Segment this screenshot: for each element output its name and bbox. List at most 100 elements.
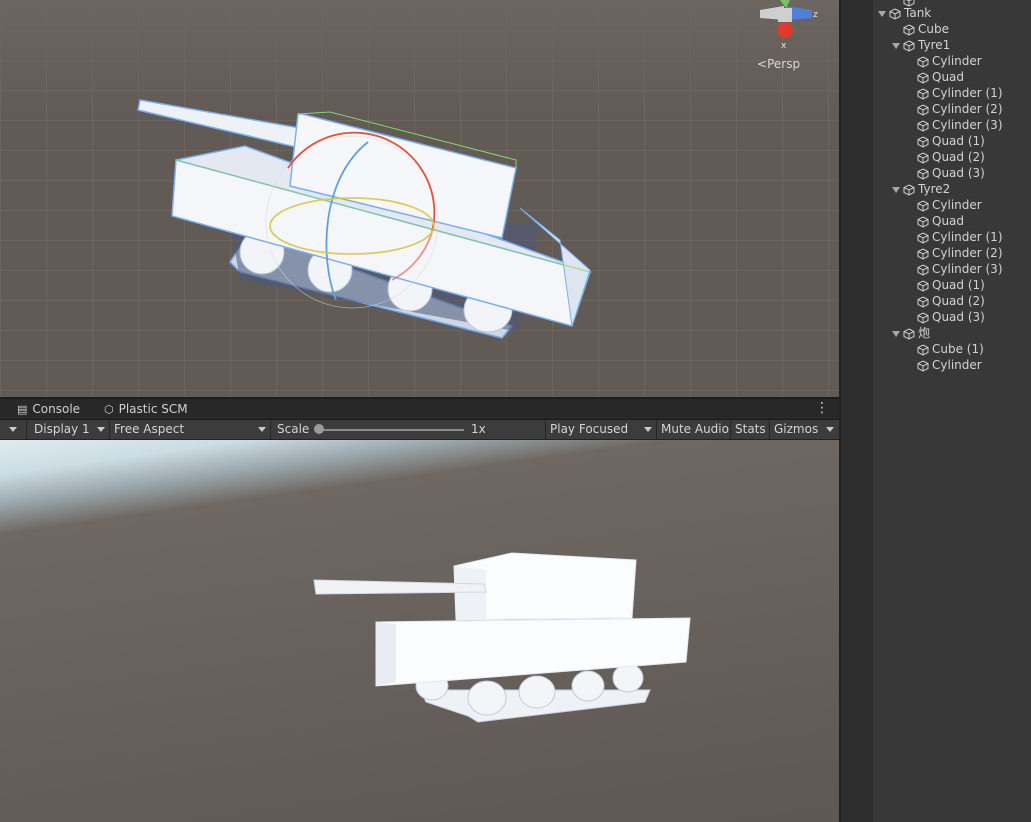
scene-view[interactable]: z x <Persp xyxy=(0,0,839,397)
hierarchy-item-label: Tyre1 xyxy=(918,38,951,52)
stats-button[interactable]: Stats xyxy=(731,420,770,439)
hierarchy-item[interactable]: Cylinder xyxy=(917,357,982,373)
chevron-down-icon xyxy=(826,427,834,432)
scale-label: Scale xyxy=(277,422,310,436)
display-dropdown[interactable]: Display 1 xyxy=(27,420,110,439)
tab-bar: ▤ Console ⬡ Plastic SCM ⋮ xyxy=(0,399,839,420)
game-view-menu-button[interactable] xyxy=(0,420,27,439)
hierarchy-item-label: Cylinder (2) xyxy=(932,102,1003,116)
scene-canvas[interactable]: z x xyxy=(0,0,839,397)
scale-slider-knob[interactable] xyxy=(314,424,324,434)
persp-toggle[interactable]: <Persp xyxy=(757,57,800,71)
expand-arrow-icon[interactable] xyxy=(892,330,900,337)
more-options-icon[interactable]: ⋮ xyxy=(815,399,829,417)
gizmos-label: Gizmos xyxy=(774,422,819,436)
mute-audio-button[interactable]: Mute Audio xyxy=(657,420,731,439)
hierarchy-item-label: Quad (2) xyxy=(932,294,985,308)
tab-plastic-scm[interactable]: ⬡ Plastic SCM xyxy=(104,399,188,419)
aspect-label: Free Aspect xyxy=(114,422,185,436)
hierarchy-item-label: Cylinder (1) xyxy=(932,86,1003,100)
hierarchy-item[interactable]: Quad (2) xyxy=(917,293,985,309)
hierarchy-item[interactable]: Cylinder (1) xyxy=(917,229,1003,245)
hierarchy-item[interactable]: Cylinder (3) xyxy=(917,261,1003,277)
tank-barrel[interactable] xyxy=(137,99,301,149)
cube-icon xyxy=(917,87,929,100)
hierarchy-item[interactable]: Quad (3) xyxy=(917,309,985,325)
cube-icon xyxy=(903,39,915,52)
hierarchy-item-label: Cylinder (1) xyxy=(932,230,1003,244)
game-canvas[interactable] xyxy=(0,440,839,822)
cube-icon xyxy=(917,167,929,180)
hierarchy-item[interactable]: Cylinder (3) xyxy=(917,117,1003,133)
hierarchy-item[interactable]: Cylinder xyxy=(917,197,982,213)
hierarchy-item[interactable]: Quad (2) xyxy=(917,149,985,165)
hierarchy-panel: Tank Cube Tyre1 Cylinder Quad Cylinder (1) Cyl… xyxy=(841,0,1031,822)
chevron-down-icon xyxy=(258,427,266,432)
cube-icon xyxy=(917,103,929,116)
chevron-down-icon xyxy=(97,427,105,432)
hierarchy-item-label: Cylinder xyxy=(932,198,982,212)
cube-icon xyxy=(917,119,929,132)
scale-control: Scale 1x xyxy=(271,420,546,439)
hierarchy-item[interactable]: Tyre1 xyxy=(892,37,950,53)
cube-icon xyxy=(917,215,929,228)
game-view[interactable] xyxy=(0,440,839,822)
cube-icon xyxy=(917,279,929,292)
hierarchy-item-label: Tank xyxy=(904,6,932,20)
hierarchy-item[interactable]: Cube xyxy=(903,21,949,37)
hierarchy-item-label: Quad (3) xyxy=(932,166,985,180)
cube-icon xyxy=(903,23,915,36)
chevron-down-icon xyxy=(9,427,17,432)
hierarchy-item-label: Cylinder xyxy=(932,54,982,68)
hierarchy-item[interactable]: Tank xyxy=(878,5,931,21)
hierarchy-item[interactable]: Cube (1) xyxy=(917,341,984,357)
hierarchy-item-label: Quad (1) xyxy=(932,134,985,148)
cube-icon xyxy=(917,55,929,68)
axis-gizmo[interactable]: z x xyxy=(760,0,818,51)
hierarchy-item[interactable]: Cylinder (1) xyxy=(917,85,1003,101)
hierarchy-item[interactable]: Cylinder (2) xyxy=(917,245,1003,261)
hierarchy-item[interactable]: Cylinder (2) xyxy=(917,101,1003,117)
display-label: Display 1 xyxy=(34,422,90,436)
cube-icon xyxy=(917,263,929,276)
gizmos-dropdown[interactable]: Gizmos xyxy=(770,420,839,439)
cube-icon xyxy=(903,327,915,340)
expand-arrow-icon[interactable] xyxy=(892,42,900,49)
hierarchy-item[interactable]: Tyre2 xyxy=(892,181,950,197)
hierarchy-item[interactable]: Quad (3) xyxy=(917,165,985,181)
cube-icon xyxy=(917,231,929,244)
hierarchy-item-label: 炮 xyxy=(918,326,931,340)
hierarchy-item[interactable]: Cylinder xyxy=(917,53,982,69)
expand-arrow-icon[interactable] xyxy=(878,10,886,17)
hierarchy-item[interactable]: Quad (1) xyxy=(917,133,985,149)
cube-icon xyxy=(903,183,915,196)
cube-icon xyxy=(917,151,929,164)
hierarchy-item[interactable]: Quad xyxy=(917,69,964,85)
play-mode-dropdown[interactable]: Play Focused xyxy=(546,420,657,439)
stats-label: Stats xyxy=(735,422,766,436)
tab-plastic-scm-label: Plastic SCM xyxy=(118,402,188,416)
cube-icon xyxy=(917,71,929,84)
axis-x-label: x xyxy=(781,41,787,51)
hierarchy-gutter xyxy=(841,0,873,822)
hierarchy-item[interactable]: Quad (1) xyxy=(917,277,985,293)
persp-label: Persp xyxy=(767,57,801,71)
expand-arrow-icon[interactable] xyxy=(892,186,900,193)
hierarchy-item-label: Quad (1) xyxy=(932,278,985,292)
tab-console[interactable]: ▤ Console xyxy=(17,399,80,419)
axis-z-label: z xyxy=(813,10,818,20)
hierarchy-item-label: Cube (1) xyxy=(932,342,984,356)
cube-icon xyxy=(917,199,929,212)
hierarchy-item-label: Cylinder (2) xyxy=(932,246,1003,260)
hierarchy-item-label: Quad (2) xyxy=(932,150,985,164)
cube-icon xyxy=(917,359,929,372)
cube-icon xyxy=(917,295,929,308)
tab-console-label: Console xyxy=(32,402,81,416)
hierarchy-item-label: Cylinder xyxy=(932,358,982,372)
game-tank-turret-side xyxy=(454,566,486,620)
hierarchy-item[interactable]: 炮 xyxy=(892,325,930,341)
scale-slider-track[interactable] xyxy=(318,429,464,431)
aspect-dropdown[interactable]: Free Aspect xyxy=(110,420,271,439)
hierarchy-item-label: Quad (3) xyxy=(932,310,985,324)
hierarchy-item[interactable]: Quad xyxy=(917,213,964,229)
